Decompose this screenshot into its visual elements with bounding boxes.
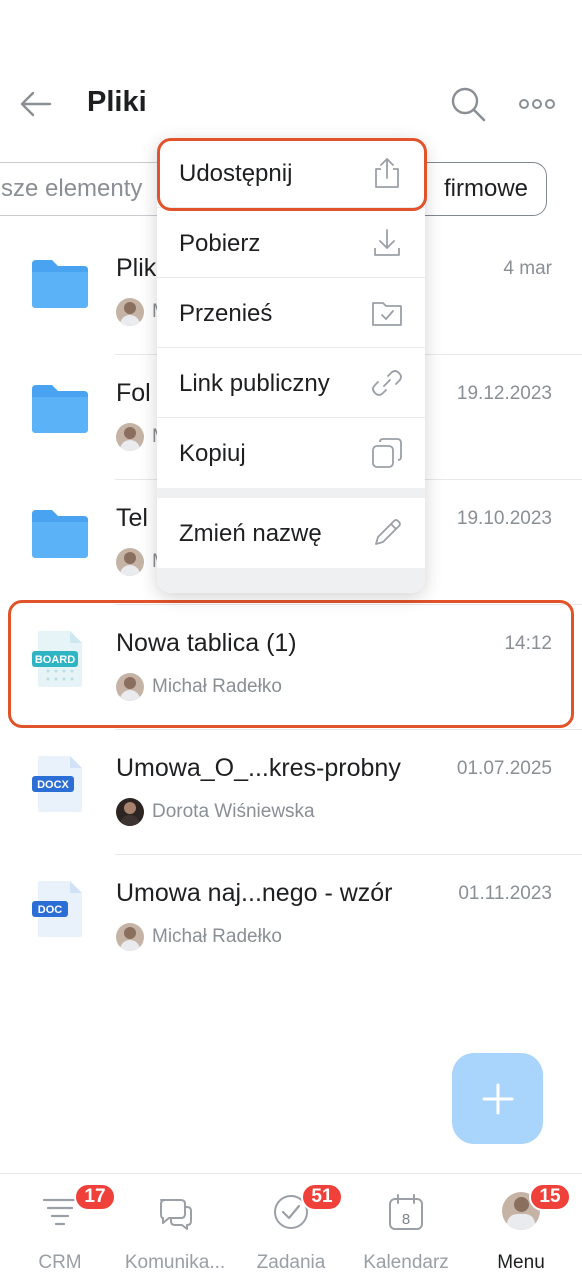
menu-item-label: Link publiczny [179,370,330,397]
file-date: 01.07.2025 [456,758,552,779]
author-name: Dorota Wiśniewska [152,801,315,822]
move-folder-icon [372,302,402,326]
file-date: 4 mar [503,258,552,279]
menu-divider [157,568,425,593]
file-name: Plik [116,254,157,282]
file-date: 19.10.2023 [456,508,552,529]
copy-icon [372,438,402,468]
link-icon [372,370,402,396]
svg-text:DOCX: DOCX [37,779,69,791]
menu-item-label: Kopiuj [179,440,246,467]
bottom-tab-bar: 17 CRM Komunika... 51 Zadania 8 Kalendar… [0,1173,582,1280]
svg-text:8: 8 [402,1211,410,1228]
folder-icon [32,510,88,558]
top-bar: Pliki [0,60,582,150]
list-item[interactable]: DOC Umowa naj...nego - wzór 01.11.2023 M… [0,855,582,980]
menu-item-label: Przenieś [179,300,273,327]
tab-calendar[interactable]: 8 Kalendarz [348,1192,464,1273]
list-item[interactable]: DOCX Umowa_O_...kres-probny 01.07.2025 D… [0,730,582,855]
pencil-icon [375,519,401,545]
more-options-icon[interactable] [517,90,557,118]
menu-item-move[interactable]: Przenieś [157,278,425,348]
back-arrow-icon[interactable] [18,86,54,122]
filter-all-items[interactable]: sze elementy [0,162,171,216]
file-name: Tel [116,504,148,532]
menu-item-rename[interactable]: Zmień nazwę [157,498,425,568]
file-name: Umowa_O_...kres-probny [116,754,401,782]
file-date: 19.12.2023 [456,383,552,404]
filter-company[interactable]: firmowe [410,162,547,216]
tab-messenger[interactable]: Komunika... [117,1192,233,1273]
tab-menu[interactable]: 15 Menu [463,1183,579,1273]
avatar [116,548,144,576]
share-highlight [157,138,427,211]
badge-count: 17 [74,1183,116,1211]
tab-label: CRM [38,1252,82,1273]
tab-label: Kalendarz [363,1252,449,1273]
menu-item-public-link[interactable]: Link publiczny [157,348,425,418]
avatar [116,798,144,826]
badge-count: 51 [301,1183,343,1211]
plus-icon [482,1083,513,1114]
tab-label: Menu [497,1252,545,1273]
tab-crm[interactable]: 17 CRM [2,1183,118,1273]
tab-label: Zadania [256,1252,326,1273]
menu-divider [157,488,425,498]
search-icon[interactable] [448,84,488,124]
avatar [116,423,144,451]
selected-row-highlight [8,600,574,728]
file-name: Umowa naj...nego - wzór [116,879,393,907]
avatar [116,298,144,326]
menu-item-copy[interactable]: Kopiuj [157,418,425,488]
file-name: Fol [116,379,151,407]
page-title: Pliki [87,86,147,118]
svg-text:DOC: DOC [38,904,63,916]
file-date: 01.11.2023 [458,883,552,904]
badge-count: 15 [529,1183,571,1211]
docx-file-icon: DOCX [32,756,82,812]
add-button[interactable] [452,1053,543,1144]
tab-label: Komunika... [124,1252,226,1273]
file-author: Dorota Wiśniewska [116,798,315,826]
menu-item-label: Zmień nazwę [179,520,322,547]
download-icon [374,229,400,256]
doc-file-icon: DOC [32,881,82,937]
tab-tasks[interactable]: 51 Zadania [233,1183,349,1273]
folder-icon [32,385,88,433]
author-name: Michał Radełko [152,926,282,947]
folder-icon [32,260,88,308]
file-author: Michał Radełko [116,923,282,951]
chat-icon [160,1199,192,1230]
avatar [116,923,144,951]
calendar-icon: 8 [389,1194,423,1230]
menu-item-download[interactable]: Pobierz [157,208,425,278]
menu-item-label: Pobierz [179,230,261,257]
